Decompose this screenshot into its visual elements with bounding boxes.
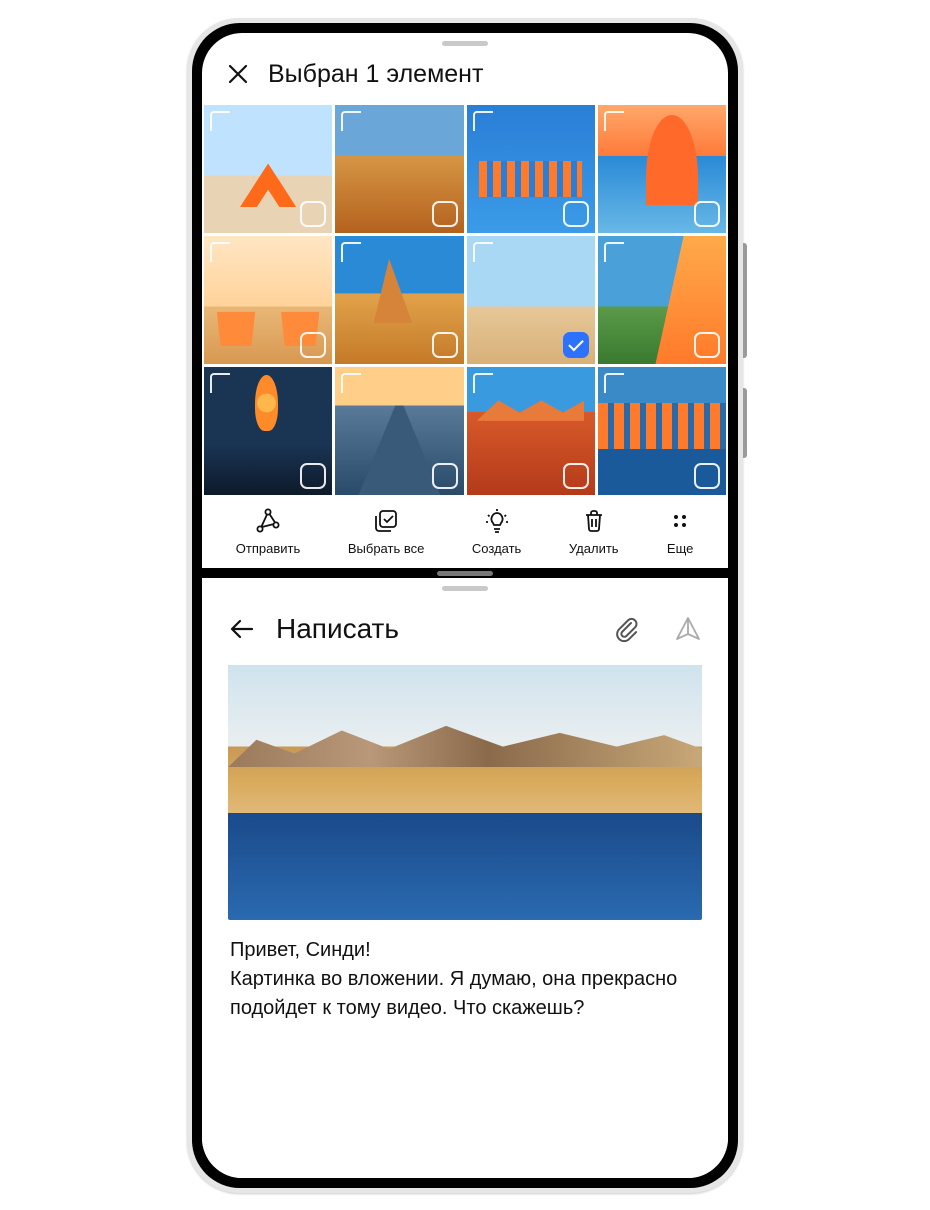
phone-frame: Выбран 1 элемент О (187, 18, 743, 1193)
expand-icon (473, 373, 493, 393)
lightbulb-icon (483, 507, 511, 535)
expand-icon (604, 111, 624, 131)
close-icon[interactable] (226, 62, 250, 86)
compose-panel: Написать Привет, Синди! Картинка во влож… (202, 578, 728, 1177)
select-checkbox[interactable] (563, 201, 589, 227)
photo-thumb[interactable] (598, 105, 726, 233)
action-label: Отправить (236, 541, 300, 556)
photo-grid (202, 105, 728, 496)
trash-icon (580, 507, 608, 535)
photo-thumb[interactable] (598, 367, 726, 495)
photo-thumb[interactable] (598, 236, 726, 364)
action-label: Удалить (569, 541, 619, 556)
attached-image[interactable] (228, 665, 702, 920)
expand-icon (341, 111, 361, 131)
photo-thumb[interactable] (335, 236, 463, 364)
photo-thumb[interactable] (204, 236, 332, 364)
select-checkbox[interactable] (432, 201, 458, 227)
compose-body[interactable]: Привет, Синди! Картинка во вложении. Я д… (202, 936, 728, 1045)
photo-thumb[interactable] (467, 105, 595, 233)
photo-thumb[interactable] (335, 105, 463, 233)
select-all-button[interactable]: Выбрать все (348, 507, 424, 556)
action-label: Еще (667, 541, 693, 556)
gallery-action-bar: Отправить Выбрать все Создать Удалить Ещ… (202, 495, 728, 564)
photo-thumb[interactable] (467, 236, 595, 364)
gallery-title: Выбран 1 элемент (268, 60, 483, 89)
expand-icon (341, 242, 361, 262)
expand-icon (341, 373, 361, 393)
power-button[interactable] (743, 388, 747, 458)
photo-thumb[interactable] (204, 367, 332, 495)
compose-top-bar: Написать (202, 595, 728, 657)
photo-thumb[interactable] (204, 105, 332, 233)
select-all-icon (372, 507, 400, 535)
compose-greeting: Привет, Синди! (230, 936, 700, 965)
photo-thumb[interactable] (467, 367, 595, 495)
drag-handle-bottom[interactable] (442, 586, 488, 591)
create-button[interactable]: Создать (472, 507, 521, 556)
select-checkbox[interactable] (563, 332, 589, 358)
attach-icon[interactable] (612, 615, 640, 643)
expand-icon (604, 242, 624, 262)
split-divider[interactable] (202, 568, 728, 578)
select-checkbox[interactable] (563, 463, 589, 489)
select-checkbox[interactable] (432, 463, 458, 489)
volume-button[interactable] (743, 243, 747, 358)
select-checkbox[interactable] (300, 332, 326, 358)
photo-thumb[interactable] (335, 367, 463, 495)
expand-icon (210, 242, 230, 262)
expand-icon (604, 373, 624, 393)
select-checkbox[interactable] (694, 463, 720, 489)
more-button[interactable]: Еще (666, 507, 694, 556)
select-checkbox[interactable] (694, 332, 720, 358)
more-icon (666, 507, 694, 535)
select-checkbox[interactable] (300, 201, 326, 227)
expand-icon (473, 242, 493, 262)
select-checkbox[interactable] (300, 463, 326, 489)
action-label: Создать (472, 541, 521, 556)
compose-title: Написать (276, 613, 592, 645)
action-label: Выбрать все (348, 541, 424, 556)
expand-icon (210, 373, 230, 393)
share-icon (254, 507, 282, 535)
delete-button[interactable]: Удалить (569, 507, 619, 556)
send-icon[interactable] (674, 615, 702, 643)
select-checkbox[interactable] (694, 201, 720, 227)
expand-icon (210, 111, 230, 131)
expand-icon (473, 111, 493, 131)
compose-message: Картинка во вложении. Я думаю, она прекр… (230, 965, 700, 1023)
back-icon[interactable] (228, 615, 256, 643)
screen: Выбран 1 элемент О (202, 33, 728, 1178)
send-button[interactable]: Отправить (236, 507, 300, 556)
select-checkbox[interactable] (432, 332, 458, 358)
gallery-top-bar: Выбран 1 элемент (202, 50, 728, 105)
drag-handle-top[interactable] (442, 41, 488, 46)
